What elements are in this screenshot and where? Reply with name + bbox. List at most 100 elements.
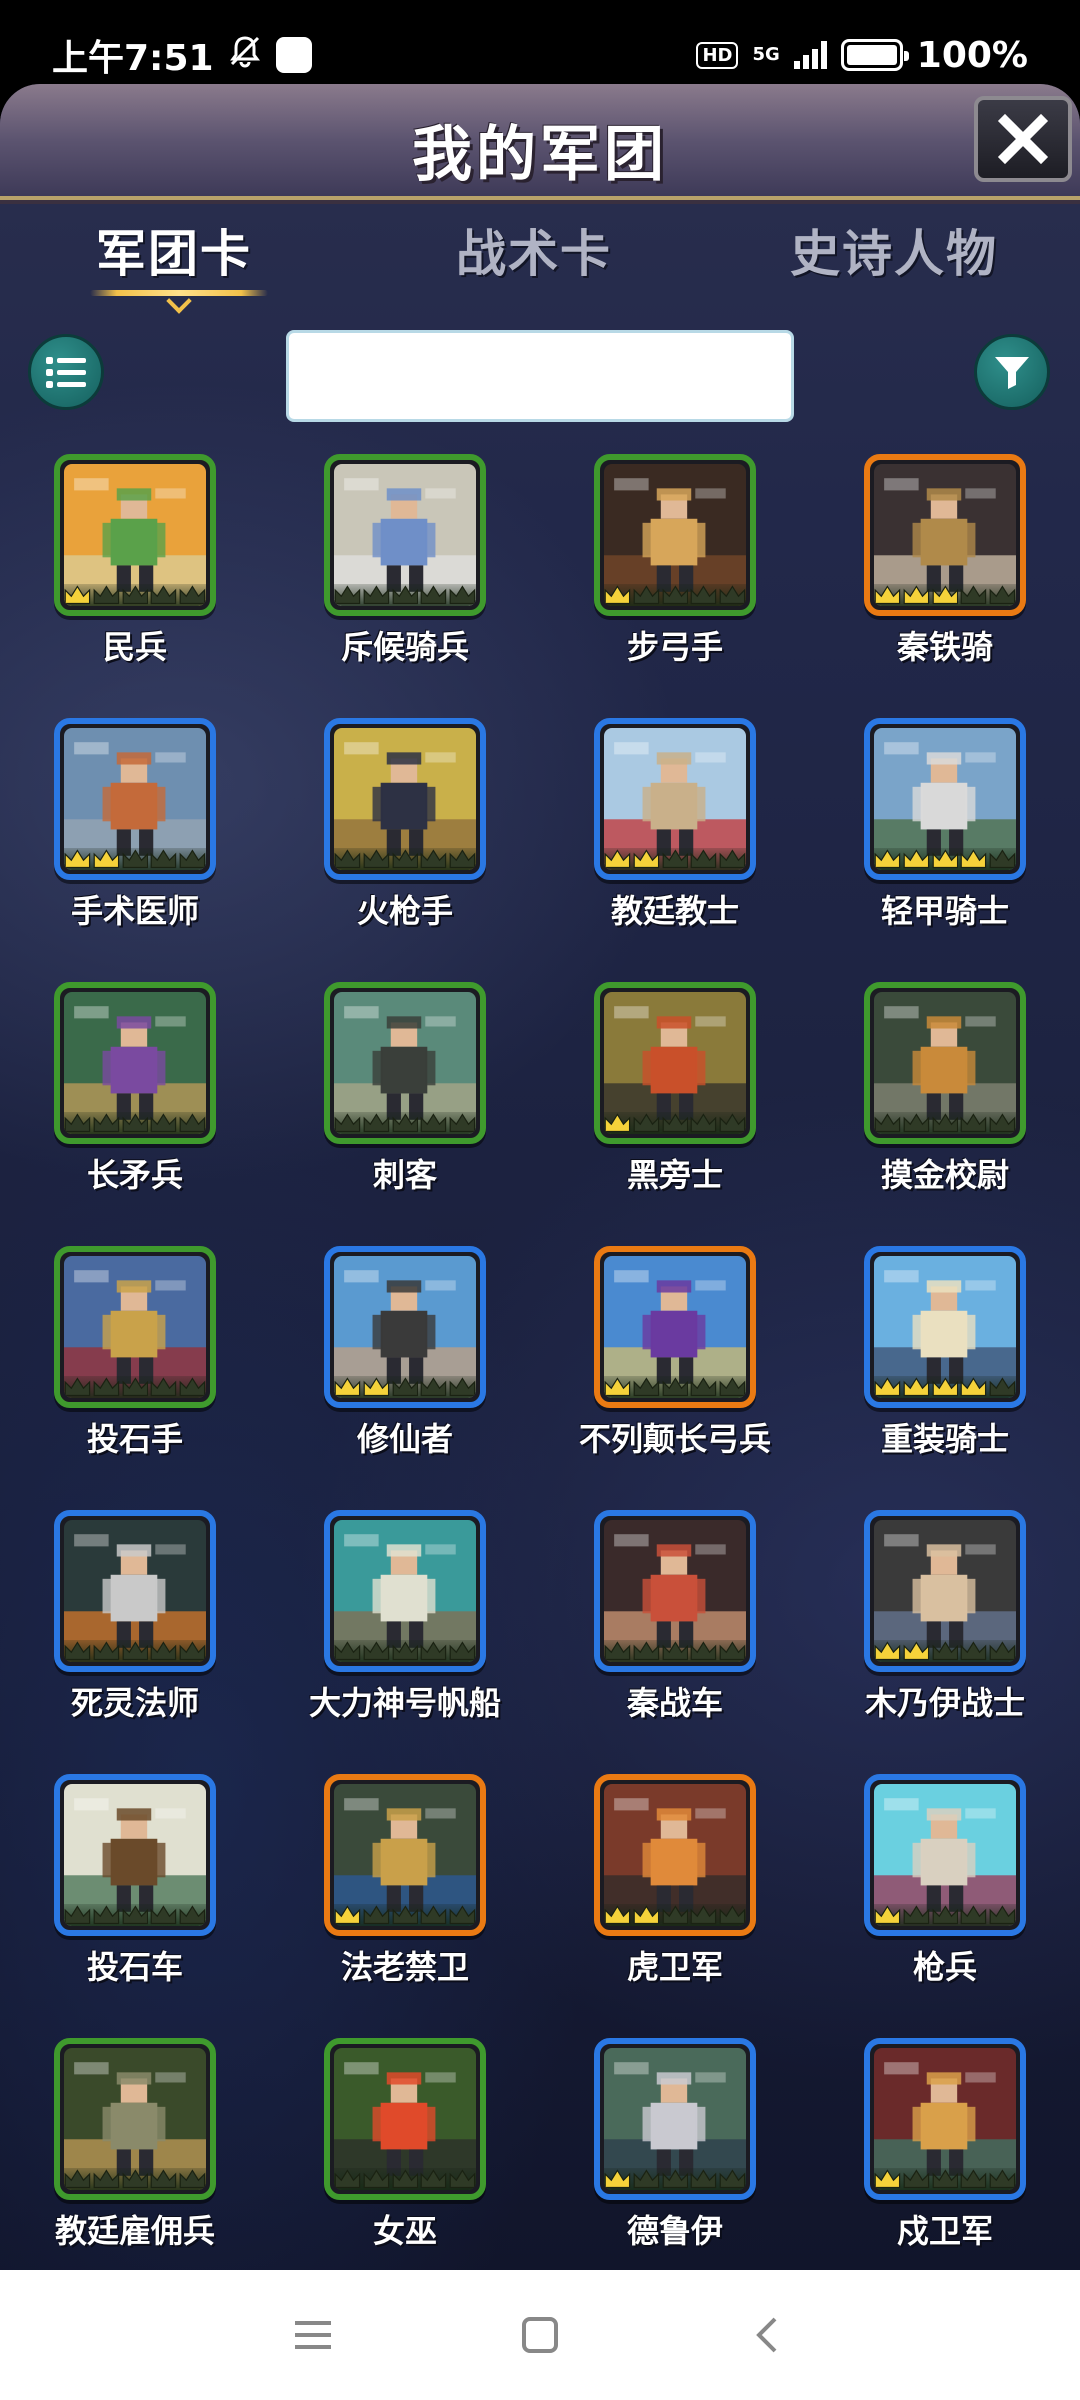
- unit-name: 大力神号帆船: [308, 1684, 501, 1722]
- crown-icon-empty: [122, 1641, 148, 1661]
- crown-icon-empty: [932, 1905, 958, 1925]
- unit-card[interactable]: 死灵法师: [0, 1510, 270, 1774]
- unit-card[interactable]: 大力神号帆船: [270, 1510, 540, 1774]
- unit-portrait-image: [334, 728, 476, 870]
- unit-name: 投石手: [86, 1420, 183, 1458]
- unit-portrait-image: [334, 1784, 476, 1926]
- crown-icon-empty: [93, 1113, 119, 1133]
- unit-portrait-image: [604, 728, 746, 870]
- crown-icon-empty: [122, 1377, 148, 1397]
- crown-icon-filled: [903, 1641, 929, 1661]
- crown-icon-empty: [179, 585, 206, 605]
- unit-card[interactable]: 教廷雇佣兵: [0, 2038, 270, 2270]
- crown-icon-filled: [932, 849, 958, 869]
- card-frame: [594, 1246, 756, 1408]
- unit-card[interactable]: 火枪手: [270, 718, 540, 982]
- crown-icon-empty: [420, 1905, 447, 1925]
- unit-card[interactable]: 枪兵: [810, 1774, 1080, 2038]
- unit-card[interactable]: 木乃伊战士: [810, 1510, 1080, 1774]
- star-rank-bar: [334, 584, 476, 606]
- unit-card[interactable]: 刺客: [270, 982, 540, 1246]
- search-input[interactable]: [286, 330, 794, 422]
- unit-card[interactable]: 手术医师: [0, 718, 270, 982]
- crown-icon-empty: [363, 849, 389, 869]
- crown-icon-empty: [420, 1377, 447, 1397]
- card-frame: [324, 2038, 486, 2200]
- star-rank-bar: [334, 2168, 476, 2190]
- unit-name: 不列颠长弓兵: [578, 1420, 771, 1458]
- unit-card[interactable]: 轻甲骑士: [810, 718, 1080, 982]
- unit-card[interactable]: 教廷教士: [540, 718, 810, 982]
- filter-icon: [995, 357, 1029, 389]
- tab-legion-cards[interactable]: 军团卡: [96, 214, 252, 286]
- tab-bar: 军团卡 战术卡 史诗人物: [0, 214, 1080, 314]
- unit-card[interactable]: 不列颠长弓兵: [540, 1246, 810, 1510]
- crown-icon-empty: [719, 1905, 746, 1925]
- card-frame: [864, 2038, 1026, 2200]
- unit-portrait-image: [874, 1256, 1016, 1398]
- unit-name: 摸金校尉: [880, 1156, 1009, 1194]
- unit-card[interactable]: 戍卫军: [810, 2038, 1080, 2270]
- unit-card[interactable]: 民兵: [0, 454, 270, 718]
- tab-tactic-cards[interactable]: 战术卡: [456, 214, 612, 286]
- unit-name: 刺客: [372, 1156, 437, 1194]
- star-rank-bar: [604, 2168, 746, 2190]
- unit-card[interactable]: 投石车: [0, 1774, 270, 2038]
- card-frame: [594, 2038, 756, 2200]
- crown-icon-filled: [64, 585, 91, 605]
- crown-icon-filled: [960, 849, 987, 869]
- unit-card[interactable]: 法老禁卫: [270, 1774, 540, 2038]
- unit-card[interactable]: 长矛兵: [0, 982, 270, 1246]
- unit-portrait-image: [334, 992, 476, 1134]
- crown-icon-empty: [363, 2169, 389, 2189]
- unit-card[interactable]: 投石手: [0, 1246, 270, 1510]
- crown-icon-empty: [690, 1377, 717, 1397]
- home-button[interactable]: [500, 2305, 580, 2365]
- crown-icon-empty: [903, 1905, 929, 1925]
- unit-card[interactable]: 修仙者: [270, 1246, 540, 1510]
- unit-portrait-image: [64, 464, 206, 606]
- signal-icon: [793, 41, 827, 69]
- star-rank-bar: [64, 1640, 206, 1662]
- unit-card[interactable]: 重装骑士: [810, 1246, 1080, 1510]
- card-frame: [594, 982, 756, 1144]
- unit-card[interactable]: 步弓手: [540, 454, 810, 718]
- crown-icon-empty: [662, 1113, 688, 1133]
- crown-icon-filled: [604, 2169, 631, 2189]
- crown-icon-empty: [989, 2169, 1016, 2189]
- unit-portrait-image: [604, 1520, 746, 1662]
- unit-name: 轻甲骑士: [880, 892, 1009, 930]
- crown-icon-empty: [150, 1113, 177, 1133]
- crown-icon-filled: [633, 849, 659, 869]
- crown-icon-empty: [334, 849, 361, 869]
- unit-portrait-image: [604, 1256, 746, 1398]
- unit-card[interactable]: 秦战车: [540, 1510, 810, 1774]
- back-icon: [755, 2317, 777, 2353]
- tab-epic-characters[interactable]: 史诗人物: [790, 214, 998, 286]
- star-rank-bar: [874, 2168, 1016, 2190]
- crown-icon-empty: [64, 1113, 91, 1133]
- card-frame: [594, 718, 756, 880]
- close-button[interactable]: [974, 96, 1072, 182]
- unit-card[interactable]: 德鲁伊: [540, 2038, 810, 2270]
- crown-icon-empty: [989, 585, 1016, 605]
- unit-card[interactable]: 黑旁士: [540, 982, 810, 1246]
- crown-icon-empty: [690, 585, 717, 605]
- back-button[interactable]: [727, 2305, 807, 2365]
- unit-portrait-image: [604, 2048, 746, 2190]
- crown-icon-empty: [449, 585, 476, 605]
- crown-icon-filled: [363, 1377, 389, 1397]
- star-rank-bar: [874, 584, 1016, 606]
- unit-card[interactable]: 女巫: [270, 2038, 540, 2270]
- crown-icon-empty: [960, 585, 987, 605]
- unit-card[interactable]: 斥候骑兵: [270, 454, 540, 718]
- crown-icon-filled: [604, 1905, 631, 1925]
- crown-icon-empty: [662, 1905, 688, 1925]
- filter-button[interactable]: [974, 334, 1050, 410]
- crown-icon-empty: [719, 1377, 746, 1397]
- list-view-button[interactable]: [28, 334, 104, 410]
- unit-card[interactable]: 秦铁骑: [810, 454, 1080, 718]
- unit-card[interactable]: 虎卫军: [540, 1774, 810, 2038]
- recent-apps-button[interactable]: [273, 2305, 353, 2365]
- unit-card[interactable]: 摸金校尉: [810, 982, 1080, 1246]
